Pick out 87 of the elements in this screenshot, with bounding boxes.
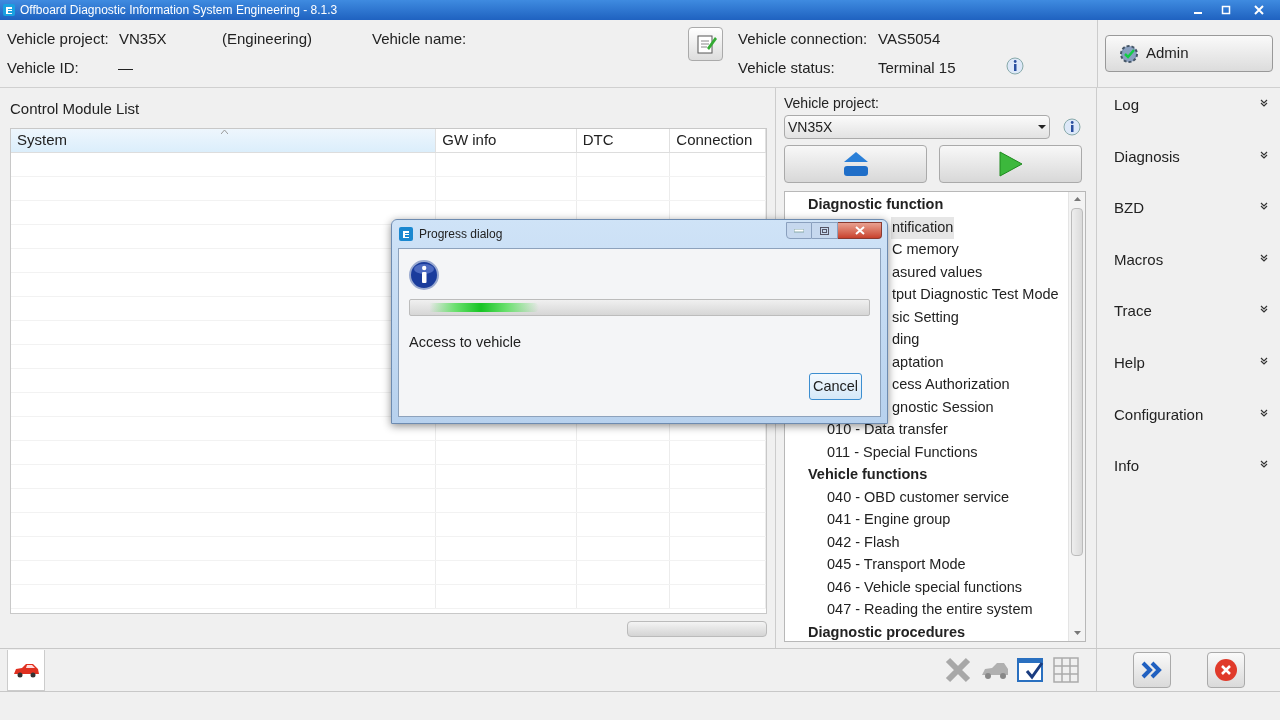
exit-button[interactable] [1207,652,1245,688]
close-icon[interactable] [1254,5,1264,15]
maximize-icon [820,226,829,235]
tree-item[interactable]: tput Diagnostic Test Mode [891,284,1060,307]
edit-button[interactable] [688,27,723,61]
tree-item[interactable]: 040 - OBD customer service [826,486,1011,509]
status-message: Access to vehicle [409,333,522,352]
field-label: Vehicle name: [372,29,467,49]
app-icon [3,4,15,16]
info-icon[interactable] [1005,56,1025,76]
play-icon [997,150,1024,178]
car-icon[interactable] [980,660,1010,680]
dropdown-arrow-icon [1038,125,1046,129]
field-label: Vehicle ID: [7,58,79,78]
forward-button[interactable] [1133,652,1171,688]
info-icon [409,260,439,290]
vertical-scrollbar[interactable] [1068,192,1085,641]
eject-icon [841,150,870,178]
tree-item[interactable]: 046 - Vehicle special functions [826,576,1024,599]
minimize-icon [794,228,804,233]
scroll-up-icon[interactable] [1073,197,1081,201]
checklist-icon[interactable] [1016,656,1046,684]
car-tab[interactable] [7,650,45,691]
tree-group[interactable]: Diagnostic procedures [785,621,1068,641]
chevron-icon[interactable] [1260,150,1268,159]
chevron-icon[interactable] [1260,253,1268,262]
maximize-icon[interactable] [1221,5,1231,15]
tree-item[interactable]: sic Setting [891,306,960,329]
field-value: — [118,58,133,78]
cancel-button[interactable]: Cancel [809,373,862,400]
tree-item[interactable]: ding [891,329,921,352]
tree-item[interactable]: 042 - Flash [826,531,901,554]
field-label: Vehicle status: [738,58,835,78]
admin-button[interactable]: Admin [1105,35,1273,72]
chevron-icon[interactable] [1260,305,1268,314]
field-label: Vehicle project: [784,94,880,113]
field-label: Vehicle connection: [738,29,868,49]
column-header[interactable]: System [11,129,437,152]
tree-item[interactable]: aptation [891,351,945,374]
info-icon[interactable] [1062,117,1082,137]
project-dropdown[interactable]: VN35X [784,115,1050,139]
dialog-title: Progress dialog [419,226,503,243]
sidebar-item[interactable]: Trace [1114,300,1152,323]
tree-item[interactable]: C memory [891,239,960,262]
tree-item[interactable]: 047 - Reading the entire system [826,599,1034,622]
gear-check-icon [1118,42,1140,65]
chevron-icon[interactable] [1260,408,1268,417]
maximize-button[interactable] [812,222,838,239]
field-value: VAS5054 [878,29,941,49]
tree-item[interactable]: 041 - Engine group [826,509,952,532]
double-chevron-icon [1141,661,1163,679]
chevron-icon[interactable] [1260,202,1268,211]
field-value: VN35X [119,29,167,49]
field-value: Terminal 15 [878,58,956,78]
sidebar-item[interactable]: Log [1114,94,1140,117]
tree-item[interactable]: 045 - Transport Mode [826,554,967,577]
scroll-thumb[interactable] [1071,208,1083,556]
tree-item[interactable]: cess Authorization [891,374,1011,397]
sidebar-item[interactable]: Info [1114,455,1140,478]
eject-button[interactable] [784,145,927,183]
sidebar-item[interactable]: Help [1114,351,1145,375]
sidebar-item[interactable]: Diagnosis [1114,145,1180,169]
scroll-thumb[interactable] [627,621,767,637]
close-icon [1214,658,1238,682]
chevron-icon[interactable] [1260,356,1268,365]
sort-icon [221,130,228,134]
chevron-icon[interactable] [1260,460,1268,469]
close-icon [854,226,865,235]
sidebar-item[interactable]: BZD [1114,197,1144,220]
tree-item[interactable]: asured values [891,261,984,284]
tree-group[interactable]: Vehicle functions [785,464,1068,487]
tree-group[interactable]: Diagnostic function [785,194,1068,217]
tree-item[interactable]: 011 - Special Functions [826,441,979,464]
scroll-down-icon[interactable] [1073,631,1081,635]
close-button[interactable] [838,222,882,239]
notepad-pencil-icon [694,33,717,55]
car-icon [12,662,40,678]
tree-item[interactable]: gnostic Session [891,396,995,419]
tree-item[interactable]: ntification [891,216,955,239]
sidebar-item[interactable]: Macros [1114,248,1164,272]
window-title: Offboard Diagnostic Information System Engineering - 8.1.3 [20,2,339,19]
field-label: Vehicle project: [7,29,109,49]
panel-title: Control Module List [10,99,141,119]
chevron-icon[interactable] [1260,99,1268,107]
field-value: (Engineering) [222,29,313,49]
app-icon [399,227,413,241]
sidebar-item[interactable]: Configuration [1114,403,1204,427]
